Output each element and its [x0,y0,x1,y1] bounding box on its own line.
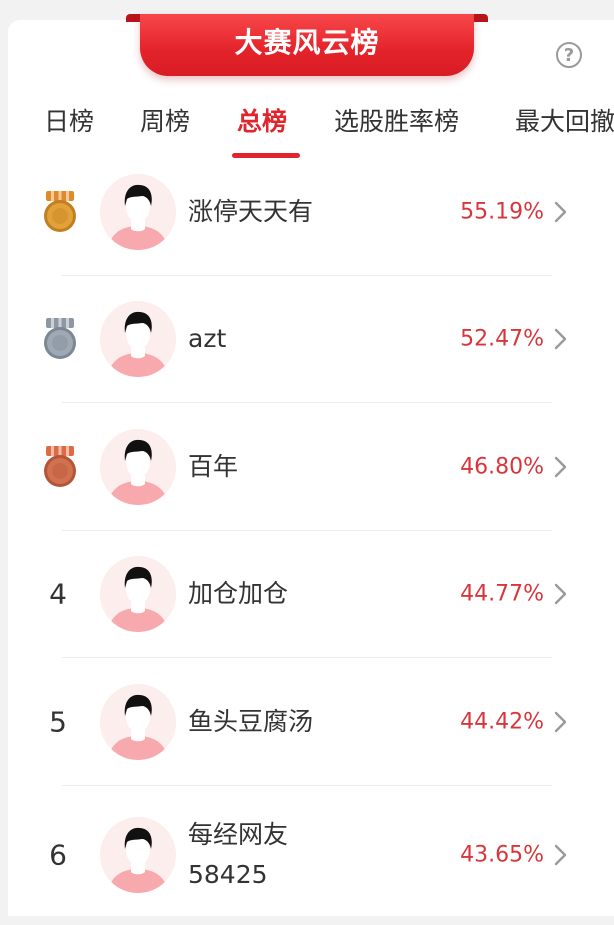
bronze-medal-icon [42,446,78,488]
return-rate: 55.19% [460,199,544,225]
rank-number: 4 [49,577,67,611]
chevron-right-icon[interactable] [552,200,570,224]
banner-title: 大赛风云榜 [234,26,380,59]
avatar[interactable] [100,301,176,377]
tab-stock-win-rate[interactable]: 选股胜率榜 [334,104,459,140]
return-rate: 43.65% [460,842,544,868]
user-name: 百年 [188,452,239,481]
leaderboard-row[interactable]: 百年 46.80% [0,403,614,531]
chevron-right-icon[interactable] [552,710,570,734]
silver-medal-icon [42,318,78,360]
avatar[interactable] [100,429,176,505]
return-rate: 52.47% [460,326,544,352]
user-name: 每经网友 58425 [188,820,289,889]
avatar[interactable] [100,817,176,893]
banner-ribbon: 大赛风云榜 [140,14,474,76]
tab-daily[interactable]: 日榜 [44,104,94,140]
return-rate: 44.42% [460,709,544,735]
rank-number: 6 [49,838,67,872]
tab-overall[interactable]: 总榜 [237,104,287,140]
chevron-right-icon[interactable] [552,455,570,479]
chevron-right-icon[interactable] [552,327,570,351]
user-name: 鱼头豆腐汤 [188,707,314,736]
avatar[interactable] [100,556,176,632]
avatar[interactable] [100,684,176,760]
gold-medal-icon [42,191,78,233]
chevron-right-icon[interactable] [552,843,570,867]
user-name: azt [188,324,227,353]
rank-number: 5 [49,705,67,739]
help-icon[interactable]: ? [556,42,582,68]
leaderboard-row[interactable]: 5 鱼头豆腐汤 44.42% [0,658,614,786]
leaderboard-row[interactable]: azt 52.47% [0,275,614,403]
tab-max-drawdown[interactable]: 最大回撤 [515,104,614,140]
user-name: 加仓加仓 [188,579,289,608]
chevron-right-icon[interactable] [552,582,570,606]
tab-weekly[interactable]: 周榜 [140,104,190,140]
leaderboard-row[interactable]: 6 每经网友 58425 43.65% [0,785,614,925]
leaderboard-row[interactable]: 涨停天天有 55.19% [0,148,614,276]
leaderboard-row[interactable]: 4 加仓加仓 44.77% [0,530,614,658]
avatar[interactable] [100,174,176,250]
return-rate: 44.77% [460,581,544,607]
user-name: 涨停天天有 [188,197,314,226]
return-rate: 46.80% [460,454,544,480]
